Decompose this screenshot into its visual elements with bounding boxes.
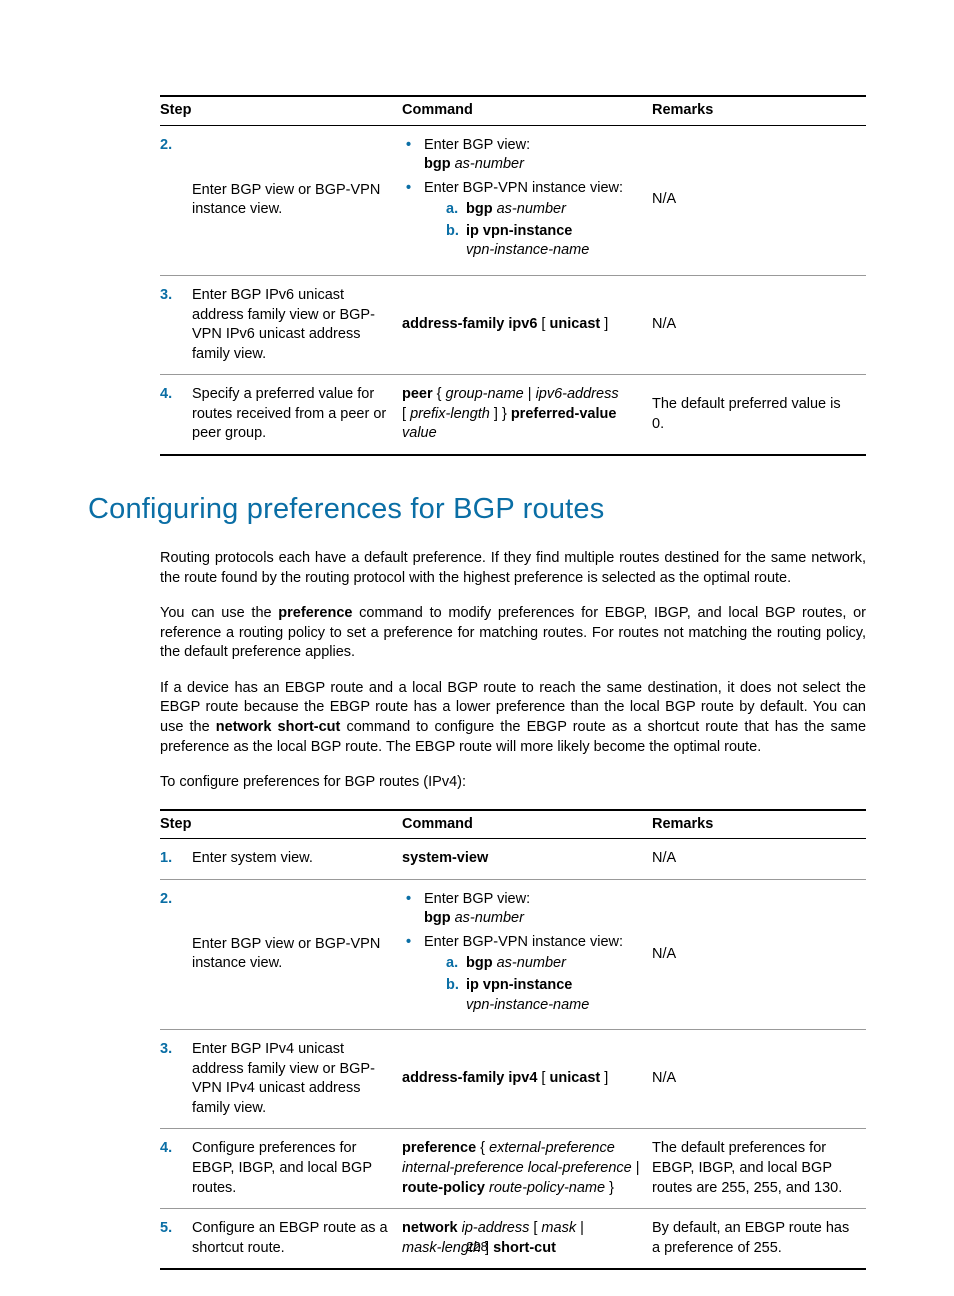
- table-row: 1. Enter system view. system-view N/A: [160, 839, 866, 880]
- section-heading: Configuring preferences for BGP routes: [88, 490, 866, 529]
- step-number: 2.: [160, 890, 172, 910]
- remarks-cell: The default preferences for EBGP, IBGP, …: [652, 1129, 866, 1209]
- step-number: 5.: [160, 1219, 172, 1239]
- paragraph: If a device has an EBGP route and a loca…: [160, 679, 866, 757]
- remarks-cell: N/A: [652, 275, 866, 374]
- col-command-header: Command: [402, 810, 652, 839]
- table-row: 4. Specify a preferred value for routes …: [160, 375, 866, 455]
- col-step-header: Step: [160, 96, 402, 125]
- remarks-cell: N/A: [652, 879, 866, 1029]
- command-cell: preference { external-preference interna…: [402, 1129, 652, 1209]
- paragraph: You can use the preference command to mo…: [160, 604, 866, 663]
- step-number: 1.: [160, 849, 172, 869]
- table-row: 2. Enter BGP view or BGP-VPN instance vi…: [160, 125, 866, 275]
- step-text: Enter BGP IPv4 unicast address family vi…: [192, 1030, 402, 1129]
- intro-text: To configure preferences for BGP routes …: [160, 773, 866, 793]
- paragraph: Routing protocols each have a default pr…: [160, 549, 866, 588]
- table-preferences-ipv4: Step Command Remarks 1. Enter system vie…: [160, 809, 866, 1271]
- page-number: 228: [0, 1238, 954, 1256]
- command-cell: address-family ipv6 [ unicast ]: [402, 275, 652, 374]
- remarks-cell: The default preferred value is 0.: [652, 375, 866, 455]
- table-preferred-value-ipv6: Step Command Remarks 2. Enter BGP view o…: [160, 95, 866, 456]
- step-number: 4.: [160, 1139, 172, 1159]
- table-row: 3. Enter BGP IPv6 unicast address family…: [160, 275, 866, 374]
- command-cell: address-family ipv4 [ unicast ]: [402, 1030, 652, 1129]
- table-row: 3. Enter BGP IPv4 unicast address family…: [160, 1030, 866, 1129]
- step-number: 3.: [160, 1040, 172, 1060]
- command-cell: system-view: [402, 839, 652, 880]
- command-cell: Enter BGP view: bgp as-number Enter BGP-…: [402, 125, 652, 275]
- step-text: Specify a preferred value for routes rec…: [192, 375, 402, 455]
- remarks-cell: N/A: [652, 125, 866, 275]
- step-text: Configure preferences for EBGP, IBGP, an…: [192, 1129, 402, 1209]
- remarks-cell: N/A: [652, 839, 866, 880]
- col-remarks-header: Remarks: [652, 810, 866, 839]
- step-text: Enter BGP IPv6 unicast address family vi…: [192, 275, 402, 374]
- col-command-header: Command: [402, 96, 652, 125]
- step-number: 3.: [160, 286, 172, 306]
- table-row: 2. Enter BGP view or BGP-VPN instance vi…: [160, 879, 866, 1029]
- remarks-cell: N/A: [652, 1030, 866, 1129]
- step-text: Enter BGP view or BGP-VPN instance view.: [192, 879, 402, 1029]
- step-text: Enter BGP view or BGP-VPN instance view.: [192, 125, 402, 275]
- command-cell: Enter BGP view: bgp as-number Enter BGP-…: [402, 879, 652, 1029]
- step-text: Enter system view.: [192, 839, 402, 880]
- col-step-header: Step: [160, 810, 402, 839]
- table-row: 4. Configure preferences for EBGP, IBGP,…: [160, 1129, 866, 1209]
- step-number: 4.: [160, 385, 172, 405]
- step-number: 2.: [160, 136, 172, 156]
- command-cell: peer { group-name | ipv6-address [ prefi…: [402, 375, 652, 455]
- col-remarks-header: Remarks: [652, 96, 866, 125]
